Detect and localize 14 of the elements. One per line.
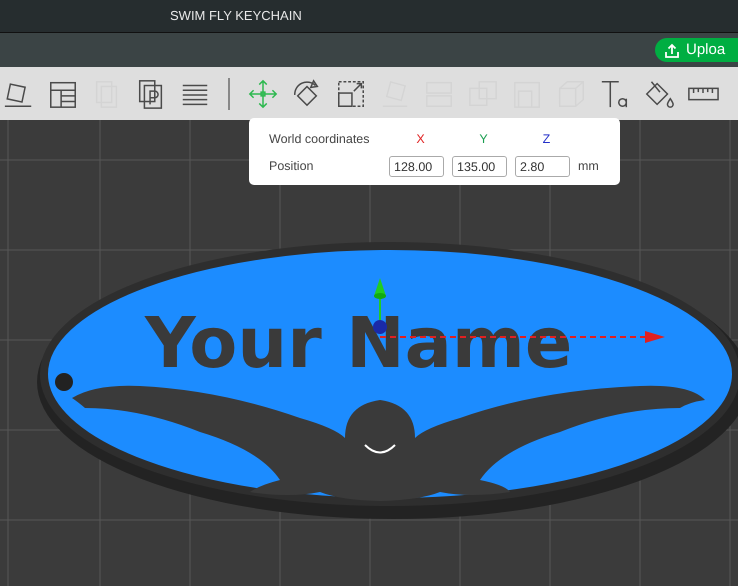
coordinate-input[interactable]: 135.00 [452,156,507,177]
axis-label: Y [478,131,489,148]
axis-label: Z [542,131,552,148]
row-label: Position [269,158,314,176]
unit-label: mm [578,158,599,176]
upload-icon [665,42,679,58]
coordinate-input[interactable]: 2.80 [515,156,570,177]
move-icon [247,78,279,110]
keyring-hole [55,373,73,391]
coordinate-input[interactable]: 128.00 [389,156,444,177]
panel-label: World coordinates [269,131,371,148]
axis-label: X [415,131,426,148]
window-title: SWIM FLY KEYCHAIN [170,7,302,26]
model-text: Your Name [145,302,572,384]
